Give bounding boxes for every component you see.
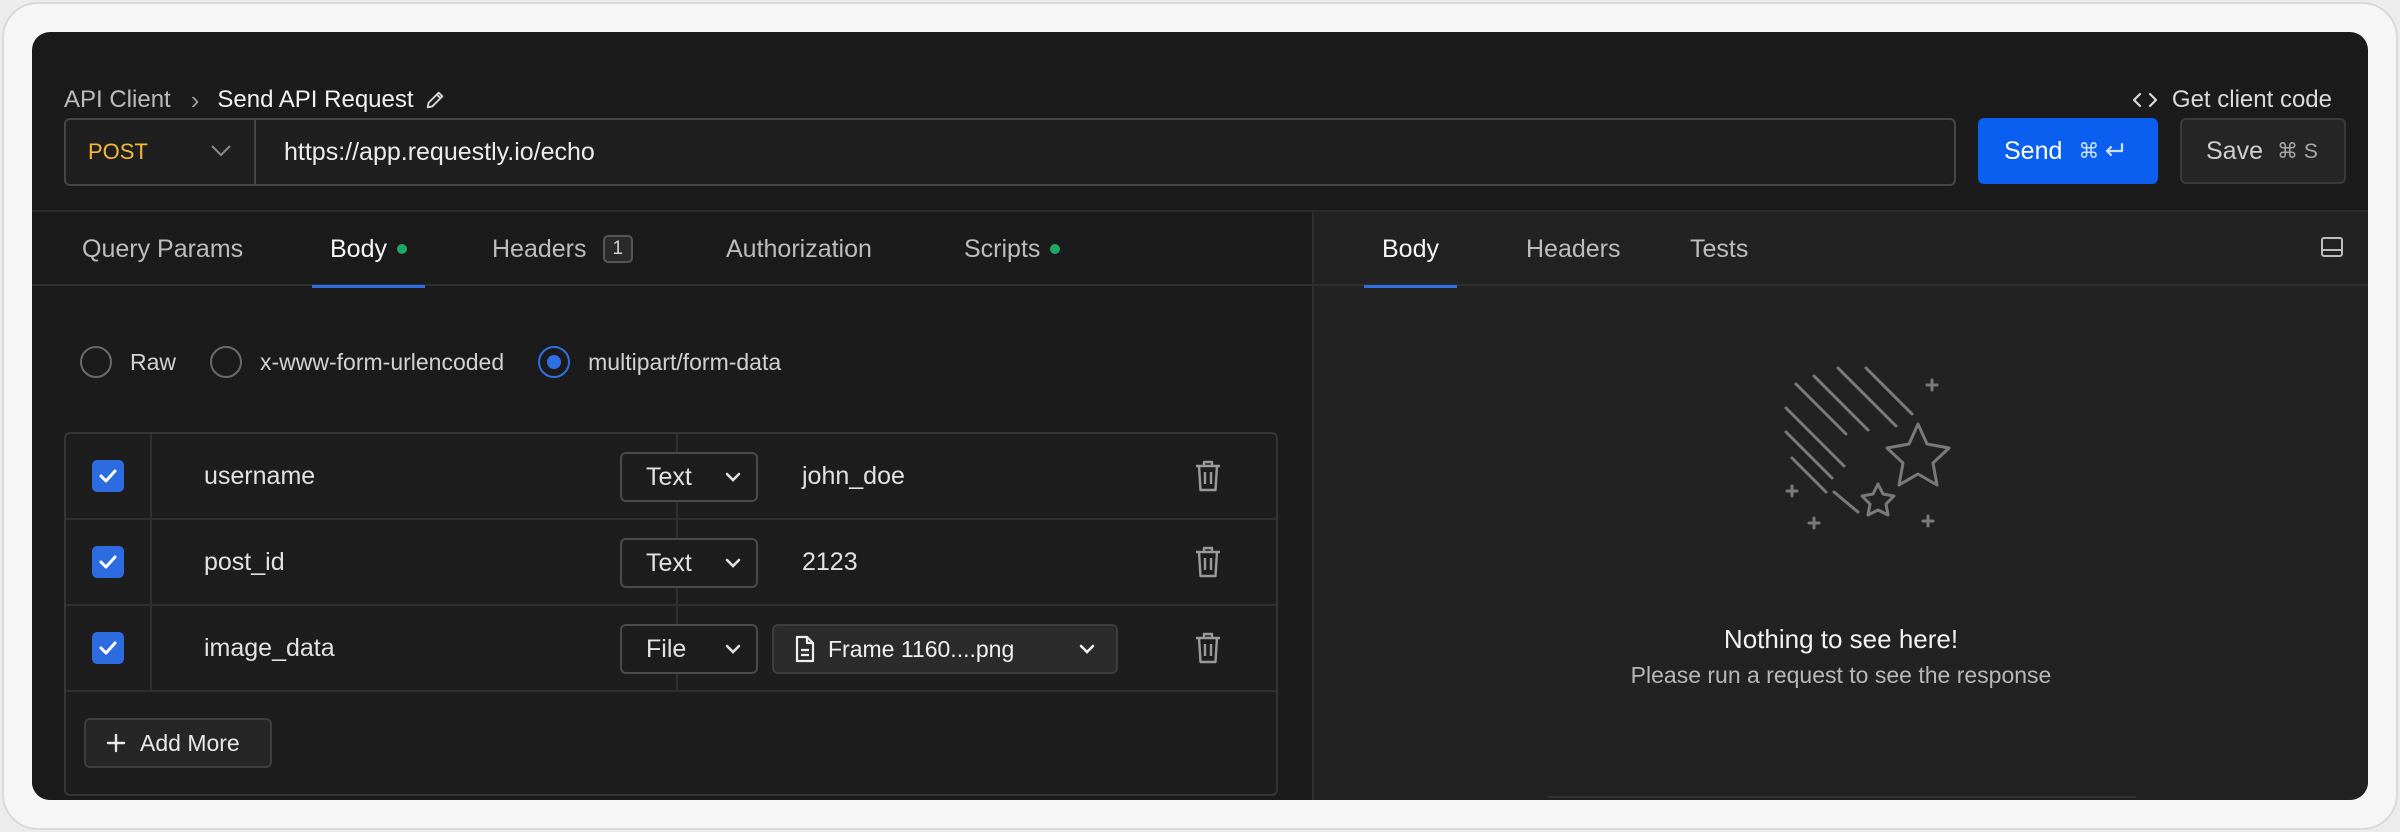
body-indicator-dot (396, 244, 407, 254)
enter-key-icon (2106, 142, 2124, 157)
get-client-code-label: Get client code (2171, 86, 2332, 113)
tab-response-body[interactable]: Body (1364, 212, 1457, 288)
request-title: Send API Request (217, 86, 414, 113)
row-checkbox-cell (66, 434, 152, 518)
row-checkbox[interactable] (92, 632, 124, 664)
request-tabs: Query Params Body Headers 1 Authorization… (32, 212, 1312, 288)
headers-count-badge: 1 (602, 235, 634, 263)
row-checkbox[interactable] (92, 546, 124, 578)
url-input[interactable]: https://app.requestly.io/echo (256, 120, 595, 184)
breadcrumb-separator: › (190, 84, 200, 115)
trash-icon[interactable] (1194, 460, 1222, 492)
active-tab-underline (1364, 285, 1457, 288)
method-select[interactable]: POST (66, 120, 256, 184)
method-value: POST (88, 139, 148, 164)
checkmark-icon (99, 555, 117, 569)
value-input[interactable]: 2123 (802, 520, 858, 604)
api-client-app: API Client › Send API Request Get client… (32, 32, 2368, 800)
send-shortcut: ⌘ (2078, 139, 2125, 164)
tab-query-params[interactable]: Query Params (82, 212, 243, 286)
key-input[interactable]: image_data (154, 606, 678, 690)
file-name: Frame 1160....png (828, 635, 1015, 662)
type-select[interactable]: File (620, 624, 758, 674)
radio-multipart[interactable]: multipart/form-data (538, 346, 781, 378)
edit-pencil-icon[interactable] (424, 89, 446, 111)
checkmark-icon (99, 641, 117, 655)
row-checkbox-cell (66, 606, 152, 690)
body-type-options: Raw x-www-form-urlencoded multipart/form… (80, 346, 815, 378)
radio-circle (80, 346, 112, 378)
tab-headers[interactable]: Headers 1 (492, 212, 634, 286)
save-shortcut: ⌘ S (2276, 139, 2318, 163)
save-button[interactable]: Save ⌘ S (2180, 118, 2346, 184)
chevron-down-icon (210, 142, 232, 158)
get-client-code-button[interactable]: Get client code (2132, 82, 2332, 118)
request-panel: Query Params Body Headers 1 Authorization… (32, 212, 1312, 800)
table-row: username Text john_doe (66, 434, 1276, 520)
breadcrumb: API Client › Send API Request (64, 82, 446, 118)
radio-urlencoded[interactable]: x-www-form-urlencoded (210, 346, 504, 378)
tab-body[interactable]: Body (312, 212, 425, 288)
checkmark-icon (99, 469, 117, 483)
scripts-indicator-dot (1050, 244, 1061, 254)
type-select[interactable]: Text (620, 452, 758, 502)
response-tabs: Body Headers Tests (1314, 212, 2368, 288)
breadcrumb-root[interactable]: API Client (64, 86, 171, 114)
table-row: image_data File Frame 1160....png (66, 606, 1276, 692)
send-button[interactable]: Send ⌘ (1978, 118, 2158, 184)
chevron-down-icon (724, 642, 742, 656)
key-input[interactable]: username (154, 434, 678, 518)
save-label: Save (2206, 136, 2263, 165)
radio-raw[interactable]: Raw (80, 346, 176, 378)
radio-circle (210, 346, 243, 378)
key-input[interactable]: post_id (154, 520, 678, 604)
radio-circle-selected (538, 346, 571, 378)
value-input[interactable]: john_doe (802, 434, 905, 518)
empty-state-title: Nothing to see here! (1723, 624, 1959, 654)
chevron-down-icon (1078, 642, 1096, 656)
file-icon (794, 635, 816, 663)
tab-scripts[interactable]: Scripts (964, 212, 1061, 286)
file-select[interactable]: Frame 1160....png (772, 624, 1118, 674)
table-row: post_id Text 2123 (66, 520, 1276, 606)
response-panel: Body Headers Tests Nothing to see here! … (1314, 212, 2368, 800)
trash-icon[interactable] (1194, 546, 1222, 578)
shooting-stars-icon (1782, 366, 1982, 561)
type-select[interactable]: Text (620, 538, 758, 588)
chevron-down-icon (724, 470, 742, 484)
form-data-table: username Text john_doe post_id Text 2123… (64, 432, 1278, 796)
row-checkbox-cell (66, 520, 152, 604)
send-label: Send (2004, 136, 2063, 165)
tab-response-headers[interactable]: Headers (1526, 212, 1621, 286)
empty-state-subtitle: Please run a request to see the response (1630, 662, 2052, 688)
divider (1548, 796, 2136, 798)
tab-authorization[interactable]: Authorization (726, 212, 872, 286)
url-bar: POST https://app.requestly.io/echo (64, 118, 1956, 186)
panel-layout-icon[interactable] (2320, 236, 2344, 258)
active-tab-underline (312, 285, 425, 288)
trash-icon[interactable] (1194, 632, 1222, 664)
plus-icon (106, 733, 126, 753)
row-checkbox[interactable] (92, 460, 124, 492)
chevron-down-icon (724, 556, 742, 570)
add-more-button[interactable]: Add More (84, 718, 272, 768)
tab-response-tests[interactable]: Tests (1690, 212, 1748, 286)
code-brackets-icon (2132, 90, 2158, 110)
